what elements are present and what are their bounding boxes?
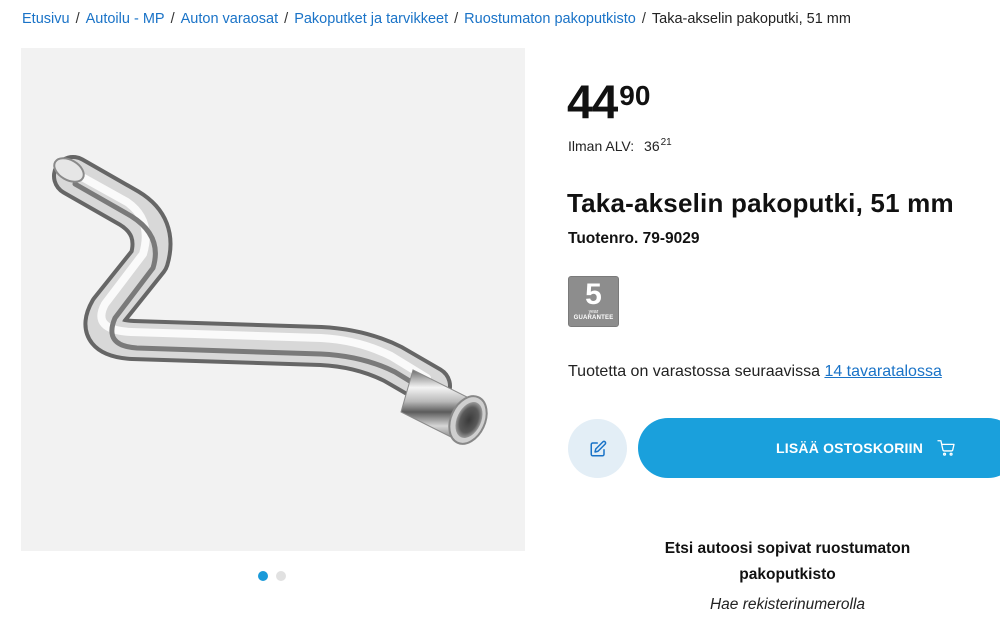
- cart-icon: [937, 440, 955, 456]
- price-cents: 90: [619, 80, 651, 111]
- exhaust-pipe-image: [52, 155, 488, 445]
- breadcrumb-separator: /: [170, 11, 175, 27]
- breadcrumb-link-ruostumaton[interactable]: Ruostumaton pakoputkisto: [464, 11, 636, 27]
- breadcrumb-separator: /: [641, 11, 646, 27]
- price-without-vat: Ilman ALV: 3621: [568, 137, 672, 154]
- vehicle-finder-subheading: Hae rekisterinumerolla: [709, 596, 866, 613]
- price-main: 44: [567, 75, 618, 128]
- breadcrumb-separator: /: [75, 11, 80, 27]
- add-to-cart-button[interactable]: LISÄÄ OSTOSKORIIN: [638, 418, 1000, 478]
- breadcrumb-link-home[interactable]: Etusivu: [22, 11, 70, 27]
- breadcrumb-separator: /: [284, 11, 289, 27]
- breadcrumb: Etusivu / Autoilu - MP / Auton varaosat / Pako…: [22, 11, 851, 27]
- vehicle-finder-heading: Etsi autoosi sopivat ruostumaton pakoput…: [664, 540, 911, 583]
- product-price: 4490: [567, 78, 650, 125]
- gallery-pagination: [258, 571, 286, 581]
- stock-availability: Tuotetta on varastossa seuraavissa 14 ta…: [568, 363, 942, 381]
- breadcrumb-current: Taka-akselin pakoputki, 51 mm: [651, 11, 851, 27]
- vat-label: Ilman ALV:: [568, 138, 635, 154]
- product-image-gallery[interactable]: [21, 48, 525, 551]
- product-sku: Tuotenro. 79-9029: [568, 230, 700, 247]
- breadcrumb-separator: /: [454, 11, 459, 27]
- vehicle-finder: Etsi autoosi sopivat ruostumaton pakoput…: [660, 536, 915, 614]
- guarantee-word: GUARANTEE: [573, 315, 614, 321]
- vat-price-cents: 21: [660, 137, 672, 148]
- stock-text: Tuotetta on varastossa seuraavissa: [568, 363, 820, 380]
- product-title: Taka-akselin pakoputki, 51 mm: [567, 188, 954, 218]
- edit-button[interactable]: [568, 419, 627, 478]
- breadcrumb-link-autoilu[interactable]: Autoilu - MP: [86, 11, 165, 27]
- guarantee-years: 5: [585, 278, 602, 311]
- vat-price-main: 36: [644, 138, 660, 154]
- edit-icon: [590, 440, 606, 456]
- guarantee-badge: 5 year GUARANTEE: [568, 276, 619, 327]
- breadcrumb-link-pakoputket[interactable]: Pakoputket ja tarvikkeet: [294, 11, 448, 27]
- breadcrumb-link-varaosat[interactable]: Auton varaosat: [181, 11, 279, 27]
- add-to-cart-label: LISÄÄ OSTOSKORIIN: [776, 440, 924, 456]
- gallery-dot-1[interactable]: [258, 571, 268, 581]
- gallery-dot-2[interactable]: [276, 571, 286, 581]
- stock-stores-link[interactable]: 14 tavaratalossa: [824, 363, 941, 380]
